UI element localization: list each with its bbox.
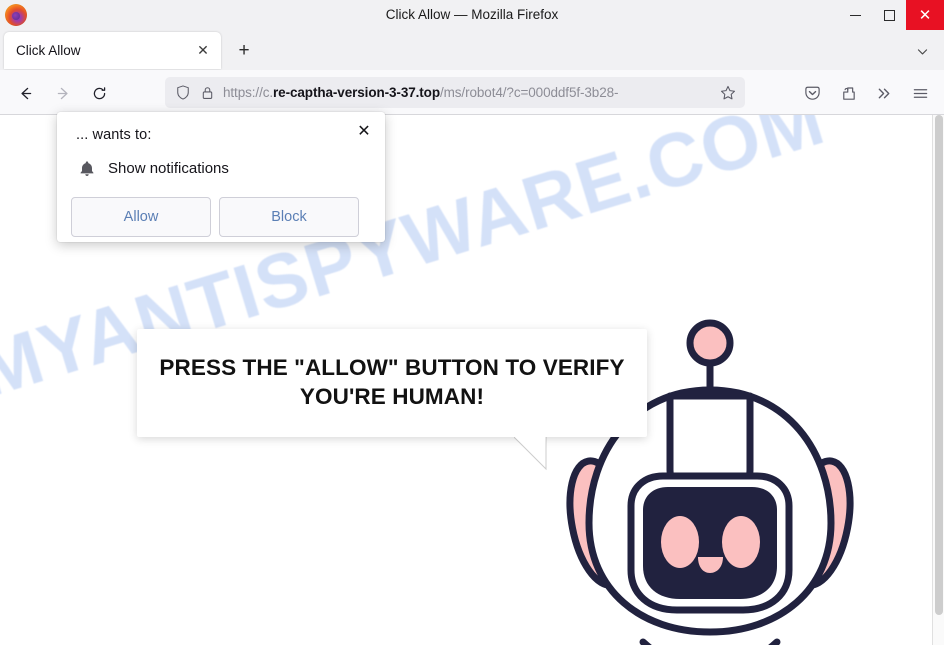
robot-mascot-illustration (545, 270, 875, 645)
popup-permission-label: Show notifications (108, 159, 229, 177)
tab-title: Click Allow (16, 43, 81, 58)
tab-click-allow[interactable]: Click Allow ✕ (4, 32, 221, 69)
maximize-button[interactable] (872, 0, 906, 30)
speech-bubble-tail (513, 436, 547, 471)
popup-permission-row: Show notifications (76, 157, 229, 179)
bell-icon (76, 157, 98, 179)
title-bar: Click Allow — Mozilla Firefox ✕ (0, 0, 944, 30)
block-button[interactable]: Block (219, 197, 359, 237)
back-button[interactable] (10, 78, 40, 108)
forward-button[interactable] (48, 78, 78, 108)
url-domain: re-captha-version-3-37.top (273, 85, 440, 100)
hamburger-menu-icon[interactable] (906, 79, 934, 107)
tab-close-icon[interactable]: ✕ (191, 39, 215, 63)
tab-strip: Click Allow ✕ + (0, 30, 944, 70)
maximize-icon (883, 9, 895, 21)
shield-icon[interactable] (171, 83, 195, 103)
scrollbar-thumb[interactable] (935, 115, 943, 615)
lock-icon[interactable] (195, 83, 219, 103)
pocket-icon[interactable] (798, 79, 826, 107)
new-tab-button[interactable]: + (231, 38, 257, 64)
popup-buttons: Allow Block (71, 197, 359, 237)
overflow-menu-icon[interactable] (870, 79, 898, 107)
reload-button[interactable] (84, 78, 114, 108)
notification-permission-popup: ✕ ... wants to: Show notifications Allow… (57, 112, 385, 242)
speech-bubble-text: PRESS THE "ALLOW" BUTTON TO VERIFY YOU'R… (159, 355, 625, 409)
page-scrollbar[interactable] (932, 115, 944, 645)
url-text[interactable]: https://c.re-captha-version-3-37.top/ms/… (223, 85, 715, 100)
minimize-icon (849, 14, 861, 16)
url-prefix: https://c. (223, 85, 274, 100)
bookmark-star-icon[interactable] (715, 80, 741, 106)
allow-button[interactable]: Allow (71, 197, 211, 237)
browser-window: Click Allow — Mozilla Firefox ✕ Click Al… (0, 0, 944, 645)
speech-bubble: PRESS THE "ALLOW" BUTTON TO VERIFY YOU'R… (137, 329, 647, 437)
navigation-toolbar: https://c.re-captha-version-3-37.top/ms/… (0, 70, 944, 115)
list-all-tabs-chevron-down-icon[interactable] (910, 40, 934, 62)
url-path: /ms/robot4/?c=000ddf5f-3b28- (439, 85, 619, 100)
window-controls: ✕ (838, 0, 944, 30)
close-window-button[interactable]: ✕ (906, 0, 944, 30)
popup-close-icon[interactable]: ✕ (351, 118, 377, 144)
popup-host-label: ... wants to: (76, 127, 152, 143)
window-title: Click Allow — Mozilla Firefox (385, 7, 559, 22)
share-icon[interactable] (834, 79, 862, 107)
minimize-button[interactable] (838, 0, 872, 30)
address-bar[interactable]: https://c.re-captha-version-3-37.top/ms/… (165, 77, 745, 108)
